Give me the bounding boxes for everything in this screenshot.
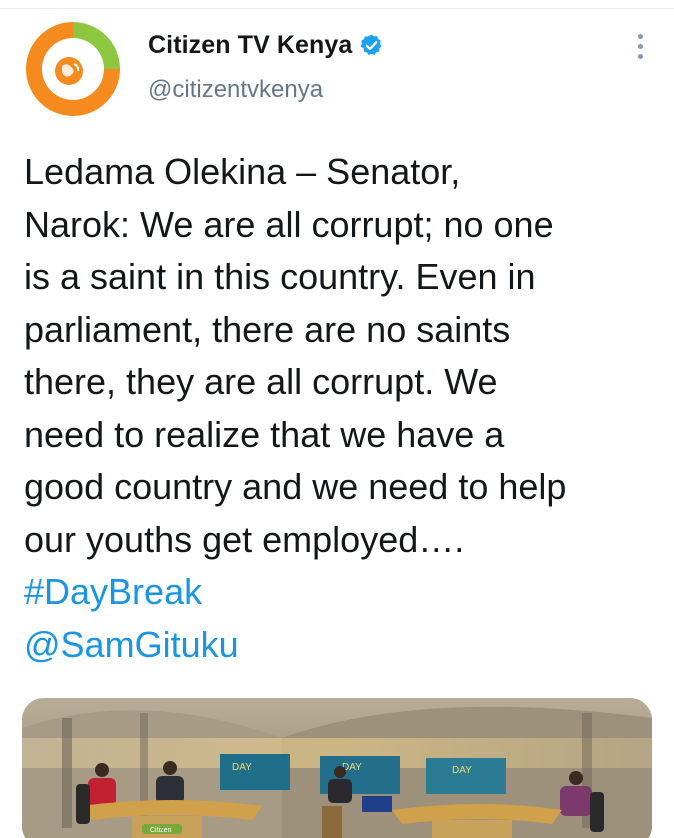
tweet-text-line: need to realize that we have a bbox=[24, 413, 505, 455]
screen-label: DAY bbox=[232, 762, 252, 773]
tweet-card[interactable]: Citizen TV Kenya @citizentvkenya Ledama … bbox=[0, 0, 674, 838]
studio-scene-image: DAY DAY DAY Citizen bbox=[22, 698, 652, 838]
desk-logo: Citizen bbox=[150, 827, 172, 834]
divider bbox=[0, 8, 674, 9]
tweet-text-line: there, they are all corrupt. We bbox=[24, 361, 498, 402]
display-name[interactable]: Citizen TV Kenya bbox=[148, 31, 352, 60]
more-vertical-icon[interactable] bbox=[630, 34, 650, 64]
avatar[interactable] bbox=[22, 18, 124, 120]
hashtag-link[interactable]: #DayBreak bbox=[24, 566, 654, 619]
mention-link[interactable]: @SamGituku bbox=[24, 619, 654, 672]
tweet-text-line: Narok: We are all corrupt; no one bbox=[24, 203, 554, 245]
tweet-text-line: is a saint in this country. Even in bbox=[24, 256, 536, 297]
tweet-text: Ledama Olekina – Senator, Narok: We are … bbox=[24, 146, 654, 671]
citizen-tv-logo-icon bbox=[22, 18, 124, 120]
tweet-media-image[interactable]: DAY DAY DAY Citizen bbox=[22, 698, 652, 838]
screen-label: DAY bbox=[452, 765, 472, 776]
verified-badge-icon bbox=[359, 33, 384, 58]
author-handle[interactable]: @citizentvkenya bbox=[148, 76, 323, 104]
author-name-row[interactable]: Citizen TV Kenya bbox=[148, 28, 384, 62]
tweet-text-line: our youths get employed…. bbox=[24, 518, 465, 560]
tweet-text-line: Ledama Olekina – Senator, bbox=[24, 151, 461, 192]
tweet-text-line: good country and we need to help bbox=[24, 466, 567, 507]
tweet-text-line: parliament, there are no saints bbox=[24, 308, 511, 350]
